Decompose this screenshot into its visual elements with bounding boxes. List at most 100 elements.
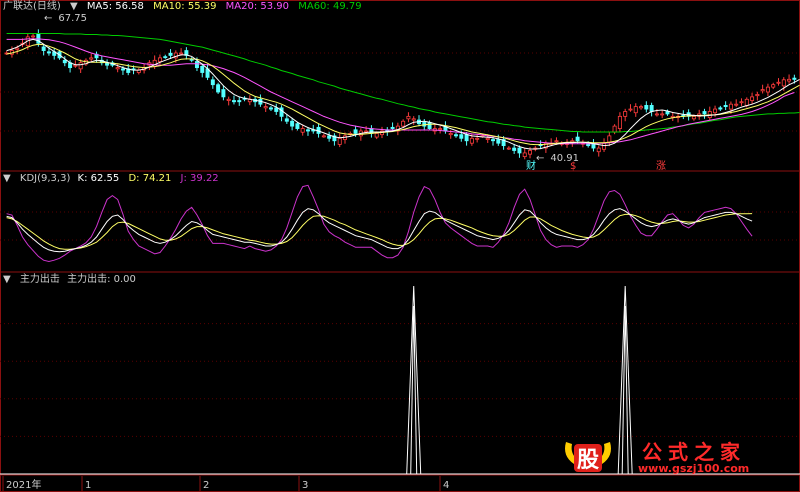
candle-body: [660, 113, 665, 116]
candle-body: [765, 86, 770, 93]
candle-body: [163, 56, 168, 59]
candle-body: [364, 130, 369, 133]
candle-body: [321, 135, 326, 138]
signal-value-label: 主力出击: 0.00: [67, 274, 136, 285]
ma5-line: [6, 38, 800, 150]
price-plot: [4, 29, 800, 160]
kdj-plot: [6, 184, 753, 263]
candle-body: [120, 68, 125, 71]
ma5-label: MA5: 56.58: [86, 1, 144, 12]
candle-body: [406, 115, 411, 120]
candle-body: [168, 52, 173, 56]
candle-body: [300, 128, 305, 133]
candle-body: [713, 108, 718, 114]
watermark-title: 公式之家: [642, 440, 746, 464]
kdj-j-label: J: 39.22: [180, 173, 219, 184]
kdj-k-line: [6, 208, 753, 253]
signal-legend: ▼ 主力出击 主力出击: 0.00: [3, 273, 142, 287]
candle-body: [771, 84, 776, 88]
candle-body: [73, 64, 78, 67]
candle-body: [607, 135, 612, 143]
candle-body: [506, 147, 511, 150]
candle-body: [649, 105, 654, 112]
candle-body: [369, 128, 374, 134]
candle-body: [464, 134, 469, 142]
candle-body: [157, 57, 162, 62]
candle-body: [744, 98, 749, 106]
candle-body: [305, 129, 310, 132]
candle-body: [787, 78, 792, 82]
candle-body: [179, 52, 184, 55]
high-marker-arrow-icon: ←: [44, 13, 53, 24]
candle-body: [723, 105, 728, 108]
event-flag-cai[interactable]: 财: [526, 160, 536, 174]
kdj-legend: ▼ KDJ(9,3,3) K: 62.55 D: 74.21 J: 39.22: [3, 172, 225, 186]
candle-body: [654, 113, 659, 116]
watermark-logo: 股: [560, 436, 616, 476]
candle-body: [194, 61, 199, 69]
candle-body: [528, 150, 533, 155]
candle-body: [475, 137, 480, 140]
high-marker-value: 67.75: [58, 13, 88, 24]
candle-body: [438, 128, 443, 130]
candle-body: [295, 123, 300, 129]
price-title[interactable]: 广联达(日线): [3, 1, 61, 12]
candle-body: [469, 137, 474, 144]
event-flag-zhang[interactable]: 涨: [656, 160, 666, 174]
ma60-line: [6, 33, 800, 133]
candle-body: [226, 98, 231, 101]
candle-body: [522, 152, 527, 157]
candle-body: [46, 51, 51, 54]
kdj-k-label: K: 62.55: [77, 173, 120, 184]
candle-body: [628, 108, 633, 111]
kdj-title[interactable]: KDJ(9,3,3): [20, 173, 70, 184]
candle-body: [290, 120, 295, 127]
time-label: 2: [203, 480, 209, 491]
signal-collapse-icon[interactable]: ▼: [3, 274, 11, 285]
panel-frames: [0, 0, 800, 492]
candle-body: [427, 122, 432, 129]
candle-body: [374, 133, 379, 138]
candle-body: [728, 103, 733, 110]
kdj-d-label: D: 74.21: [128, 173, 172, 184]
candle-body: [41, 46, 46, 51]
low-marker-arrow-icon: ←: [536, 153, 545, 164]
candle-body: [665, 111, 670, 115]
candle-body: [755, 94, 760, 97]
candle-body: [210, 79, 215, 86]
candle-body: [78, 62, 83, 70]
candle-body: [327, 135, 332, 139]
candle-body: [776, 81, 781, 84]
high-price-marker: ← 67.75: [44, 12, 93, 26]
candle-body: [496, 139, 501, 144]
candle-body: [485, 137, 490, 140]
candle-body: [263, 106, 268, 109]
candle-body: [702, 111, 707, 115]
candle-body: [274, 107, 279, 112]
candle-body: [639, 106, 644, 109]
candle-body: [62, 59, 67, 64]
candle-body: [602, 142, 607, 150]
collapse-icon[interactable]: ▼: [70, 1, 78, 12]
candle-body: [596, 147, 601, 153]
signal-title[interactable]: 主力出击: [20, 274, 60, 285]
candle-body: [617, 115, 622, 129]
ma10-line: [6, 43, 800, 146]
time-label: 3: [302, 480, 308, 491]
candle-body: [491, 139, 496, 142]
candle-body: [575, 136, 580, 142]
ma20-line: [6, 38, 795, 145]
kdj-collapse-icon[interactable]: ▼: [3, 173, 11, 184]
candle-body: [115, 67, 120, 70]
ma10-label: MA10: 55.39: [153, 1, 217, 12]
candle-body: [734, 103, 739, 106]
candle-body: [612, 125, 617, 133]
time-axis: 2021年 1 2 3 4: [2, 476, 449, 492]
candle-body: [739, 101, 744, 104]
candle-body: [512, 147, 517, 151]
event-flag-dollar[interactable]: $: [570, 160, 576, 174]
watermark: 股 公式之家 www.gszj100.com: [560, 436, 796, 476]
candle-body: [781, 79, 786, 87]
chart-window: 2021年 1 2 3 4 广联达(日线) ▼ MA5: 56.58 MA10: 55.…: [0, 0, 800, 492]
watermark-logo-char: 股: [576, 448, 599, 473]
